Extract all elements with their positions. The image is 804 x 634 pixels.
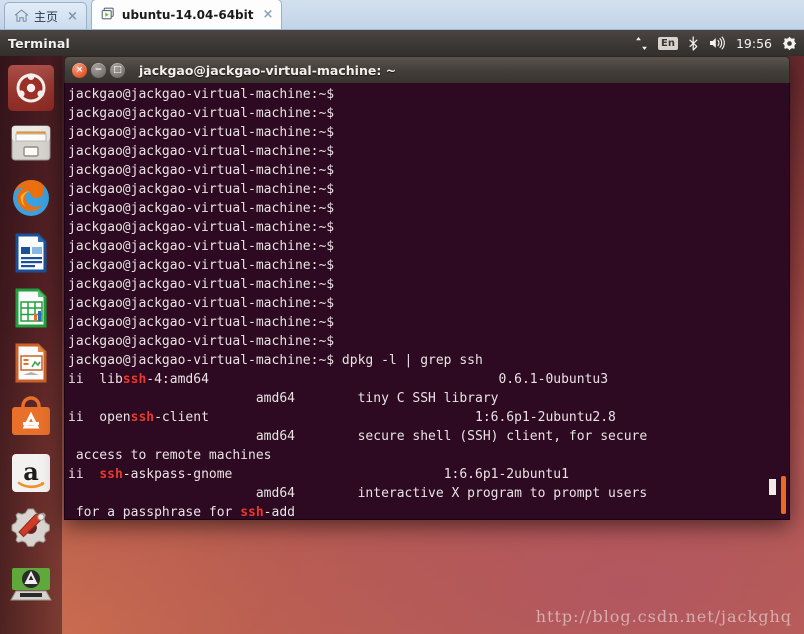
launcher-item-ubuntu-software-center[interactable] xyxy=(7,394,55,442)
network-updown-icon[interactable] xyxy=(635,36,648,51)
launcher-item-system-settings[interactable] xyxy=(7,504,55,552)
terminal-line: amd64 interactive X program to prompt us… xyxy=(68,484,789,503)
terminal-line: ii libssh-4:amd64 0.6.1-0ubuntu3 xyxy=(68,370,789,389)
unity-launcher: a xyxy=(0,56,62,634)
launcher-item-software-updater[interactable] xyxy=(7,559,55,607)
gear-icon[interactable] xyxy=(782,36,797,51)
desktop-wallpaper: a http://blog.csdn.n xyxy=(0,56,804,634)
launcher-item-libreoffice-calc[interactable] xyxy=(7,284,55,332)
launcher-item-file-manager[interactable] xyxy=(7,119,55,167)
unity-top-panel: Terminal En 19:56 xyxy=(0,30,804,56)
terminal-window: × − □ jackgao@jackgao-virtual-machine: ~… xyxy=(64,56,790,520)
terminal-line: jackgao@jackgao-virtual-machine:~$ xyxy=(68,123,789,142)
launcher-item-firefox[interactable] xyxy=(7,174,55,222)
terminal-line: for a passphrase for ssh-add xyxy=(68,503,789,520)
terminal-line: jackgao@jackgao-virtual-machine:~$ xyxy=(68,218,789,237)
terminal-line: jackgao@jackgao-virtual-machine:~$ xyxy=(68,85,789,104)
terminal-output: jackgao@jackgao-virtual-machine:~$jackga… xyxy=(68,85,789,520)
close-icon: × xyxy=(72,63,87,78)
terminal-line: ii ssh-askpass-gnome 1:6.6p1-2ubuntu1 xyxy=(68,465,789,484)
watermark-text: http://blog.csdn.net/jackghq xyxy=(536,607,792,626)
terminal-line: jackgao@jackgao-virtual-machine:~$ xyxy=(68,275,789,294)
terminal-line: access to remote machines xyxy=(68,446,789,465)
terminal-scrollbar-thumb[interactable] xyxy=(781,476,786,514)
virtual-machine-icon xyxy=(101,7,117,22)
terminal-line: jackgao@jackgao-virtual-machine:~$ xyxy=(68,313,789,332)
terminal-line: jackgao@jackgao-virtual-machine:~$ xyxy=(68,332,789,351)
terminal-window-title: jackgao@jackgao-virtual-machine: ~ xyxy=(139,63,396,78)
terminal-cursor xyxy=(769,479,776,495)
minimize-icon: − xyxy=(91,63,106,78)
close-icon[interactable]: × xyxy=(67,10,78,23)
terminal-line: amd64 tiny C SSH library xyxy=(68,389,789,408)
launcher-item-amazon[interactable]: a xyxy=(7,449,55,497)
maximize-icon: □ xyxy=(110,63,125,78)
window-minimize-button[interactable]: − xyxy=(91,63,106,78)
panel-app-name[interactable]: Terminal xyxy=(8,36,70,51)
terminal-line: ii openssh-client 1:6.6p1-2ubuntu2.8 xyxy=(68,408,789,427)
terminal-line: jackgao@jackgao-virtual-machine:~$ xyxy=(68,104,789,123)
vmware-tab-home-label: 主页 xyxy=(34,8,58,25)
close-icon[interactable]: × xyxy=(262,8,273,21)
terminal-scrollbar[interactable] xyxy=(779,83,787,520)
terminal-line: jackgao@jackgao-virtual-machine:~$ xyxy=(68,294,789,313)
window-maximize-button[interactable]: □ xyxy=(110,63,125,78)
terminal-body[interactable]: jackgao@jackgao-virtual-machine:~$jackga… xyxy=(64,83,790,520)
panel-indicator-area: En 19:56 xyxy=(635,36,804,51)
volume-icon[interactable] xyxy=(709,36,726,50)
bluetooth-icon[interactable] xyxy=(688,36,699,51)
keyboard-layout-indicator[interactable]: En xyxy=(658,37,678,50)
clock-indicator[interactable]: 19:56 xyxy=(736,36,772,51)
window-close-button[interactable]: × xyxy=(72,63,87,78)
terminal-line: jackgao@jackgao-virtual-machine:~$ xyxy=(68,199,789,218)
launcher-item-libreoffice-impress[interactable] xyxy=(7,339,55,387)
launcher-item-libreoffice-writer[interactable] xyxy=(7,229,55,277)
terminal-line: jackgao@jackgao-virtual-machine:~$ xyxy=(68,180,789,199)
terminal-titlebar[interactable]: × − □ jackgao@jackgao-virtual-machine: ~ xyxy=(64,56,790,83)
vmware-tab-ubuntu-label: ubuntu-14.04-64bit xyxy=(122,8,254,22)
terminal-line: amd64 secure shell (SSH) client, for sec… xyxy=(68,427,789,446)
terminal-line: jackgao@jackgao-virtual-machine:~$ xyxy=(68,256,789,275)
vmware-tab-bar: 主页 × ubuntu-14.04-64bit × xyxy=(0,0,804,30)
terminal-line: jackgao@jackgao-virtual-machine:~$ dpkg … xyxy=(68,351,789,370)
terminal-line: jackgao@jackgao-virtual-machine:~$ xyxy=(68,237,789,256)
vmware-tab-home[interactable]: 主页 × xyxy=(4,2,87,29)
home-icon xyxy=(14,9,29,23)
terminal-line: jackgao@jackgao-virtual-machine:~$ xyxy=(68,161,789,180)
launcher-item-ubuntu-dash[interactable] xyxy=(7,64,55,112)
vmware-tab-ubuntu[interactable]: ubuntu-14.04-64bit × xyxy=(91,0,282,29)
terminal-line: jackgao@jackgao-virtual-machine:~$ xyxy=(68,142,789,161)
svg-text:a: a xyxy=(23,457,39,486)
